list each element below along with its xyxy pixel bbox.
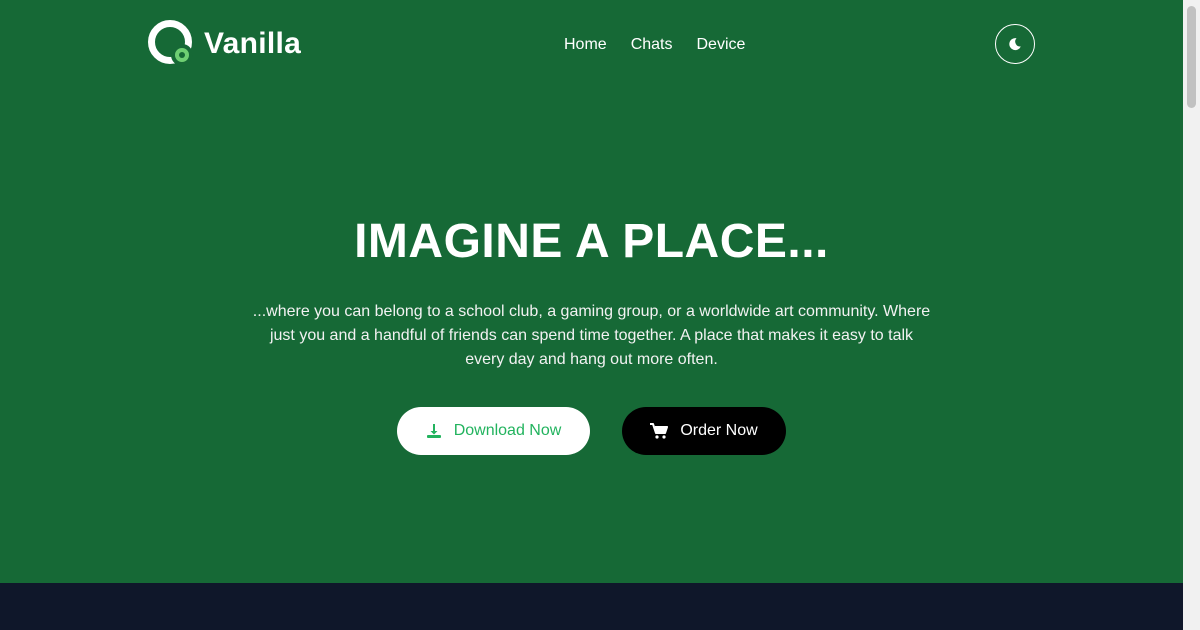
download-icon <box>426 424 441 438</box>
download-now-button[interactable]: Download Now <box>397 407 590 455</box>
main-nav: Home Chats Device <box>564 33 745 57</box>
nav-link-device[interactable]: Device <box>696 33 745 57</box>
download-now-label: Download Now <box>453 422 562 439</box>
scrollbar[interactable] <box>1183 0 1200 630</box>
nav-link-home[interactable]: Home <box>564 33 607 57</box>
brand-name: Vanilla <box>204 27 302 60</box>
page: Vanilla Home Chats Device IMAGINE A PLAC… <box>0 0 1200 630</box>
brand-logo-link[interactable]: Vanilla <box>148 20 301 68</box>
cart-icon <box>650 423 669 439</box>
order-now-button[interactable]: Order Now <box>622 407 786 455</box>
logo-dot <box>171 44 193 66</box>
theme-toggle-button[interactable] <box>995 24 1035 64</box>
hero-description: ...where you can belong to a school club… <box>252 303 931 368</box>
moon-icon <box>1009 38 1021 51</box>
logo-icon <box>148 20 196 68</box>
hero-section: Vanilla Home Chats Device IMAGINE A PLAC… <box>0 0 1183 583</box>
hero-title: IMAGINE A PLACE... <box>354 215 829 268</box>
nav-link-chats[interactable]: Chats <box>631 33 673 57</box>
next-section <box>0 583 1183 630</box>
order-now-label: Order Now <box>680 422 758 439</box>
scrollbar-thumb[interactable] <box>1187 6 1196 108</box>
